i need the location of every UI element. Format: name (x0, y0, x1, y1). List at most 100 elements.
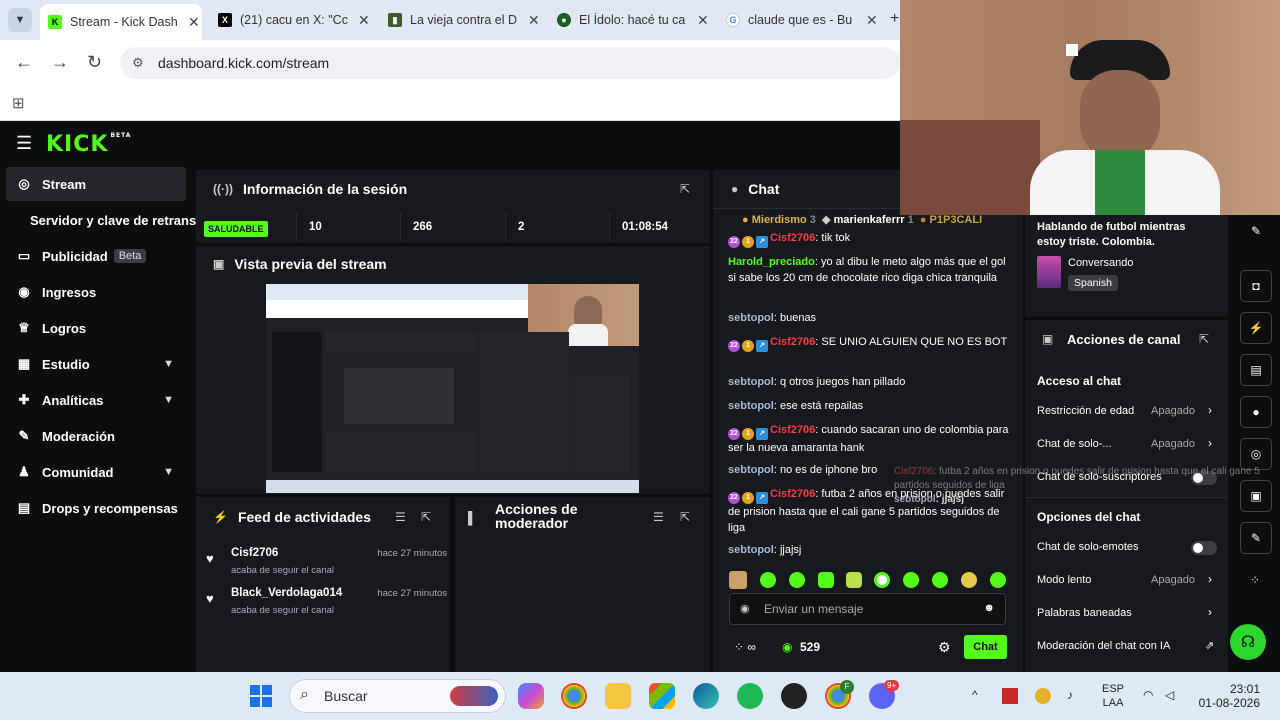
chat-username[interactable]: sebtopol (728, 376, 774, 388)
close-tab-icon[interactable]: ✕ (697, 12, 709, 29)
kick-logo[interactable]: KICK BETA (46, 132, 131, 157)
feed-username[interactable]: Cisf2706 (231, 547, 278, 559)
external-link-icon[interactable]: ⇗ (1205, 639, 1214, 652)
tab-kick-stream[interactable]: K Stream - Kick Dash ✕ (40, 4, 202, 40)
edit-icon[interactable]: ✎ (1240, 215, 1272, 247)
filter-icon[interactable]: ☰ (653, 510, 664, 524)
emote-icon[interactable] (760, 572, 776, 588)
bolt-icon[interactable]: ⚡ (1240, 312, 1272, 344)
emote-icon[interactable] (874, 572, 890, 588)
windows-start-icon[interactable] (250, 685, 272, 707)
chat-username[interactable]: Cisf2706 (770, 488, 815, 500)
tab-el-idolo[interactable]: ● El Ídolo: hacé tu ca ✕ (549, 6, 711, 34)
chat-username[interactable]: Cisf2706 (770, 424, 815, 436)
emote-icon[interactable] (961, 572, 977, 588)
document-icon[interactable]: ▤ (1240, 354, 1272, 386)
copilot-icon[interactable] (518, 683, 544, 709)
emote-only-toggle[interactable] (1191, 541, 1217, 555)
sidebar-item-stream[interactable]: ◎ Stream (6, 167, 186, 201)
emote-icon[interactable] (818, 572, 834, 588)
close-tab-icon[interactable]: ✕ (866, 12, 878, 29)
slow-mode-select[interactable]: Apagado (1151, 574, 1195, 586)
emote-icon[interactable] (990, 572, 1006, 588)
feed-username[interactable]: Black_Verdolaga014 (231, 587, 342, 599)
chrome-icon[interactable] (561, 683, 587, 709)
tab-search-chevron-icon[interactable]: ▼ (8, 8, 32, 32)
reload-icon[interactable]: ↻ (87, 52, 102, 73)
sidebar-item-publicidad[interactable]: ▭ Publicidad Beta (6, 239, 186, 273)
banned-words-label[interactable]: Palabras baneadas (1037, 607, 1132, 619)
new-tab-icon[interactable]: + (890, 10, 899, 28)
url-field[interactable]: ⚙ dashboard.kick.com/stream (120, 47, 900, 79)
sidebar-item-analiticas[interactable]: ✚ Analíticas ▼ (6, 383, 186, 417)
gifter-name[interactable]: Mierdismo (752, 214, 807, 226)
gifter-name[interactable]: P1P3CALI (930, 214, 983, 226)
filter-icon[interactable]: ☰ (395, 510, 406, 524)
sidebar-item-moderacion[interactable]: ✎ Moderación (6, 419, 186, 453)
camera-icon[interactable]: ◘ (1240, 270, 1272, 302)
emote-icon[interactable] (789, 572, 805, 588)
sidebar-item-comunidad[interactable]: ♟ Comunidad ▼ (6, 455, 186, 489)
spotify-icon[interactable] (737, 683, 763, 709)
apps-grid-icon[interactable]: ⊞ (12, 94, 25, 112)
avatar-emote-icon[interactable] (729, 571, 747, 589)
file-explorer-icon[interactable] (605, 683, 631, 709)
tray-app-icon[interactable] (1002, 688, 1018, 704)
stream-preview-video[interactable] (266, 284, 639, 493)
microphone-icon[interactable]: ♪ (1067, 688, 1073, 702)
sidebar-item-server-key[interactable]: Servidor y clave de retransm (6, 203, 208, 237)
chat-message-input[interactable]: ◉ Enviar un mensaje ☻ (729, 593, 1006, 625)
ai-moderation-label[interactable]: Moderación del chat con IA (1037, 640, 1170, 652)
store-icon[interactable] (649, 683, 675, 709)
tab-la-vieja[interactable]: ▮ La vieja contra el D ✕ (380, 6, 542, 34)
chat-username[interactable]: sebtopol (728, 312, 774, 324)
popout-icon[interactable]: ⇱ (680, 510, 690, 524)
emote-icon[interactable] (903, 572, 919, 588)
category-thumbnail[interactable] (1037, 256, 1061, 288)
close-tab-icon[interactable]: ✕ (188, 14, 200, 31)
sidebar-item-ingresos[interactable]: ◉ Ingresos (6, 275, 186, 309)
popout-icon[interactable]: ⇱ (1199, 332, 1209, 346)
chevron-up-icon[interactable]: ^ (972, 688, 978, 702)
age-restriction-select[interactable]: Apagado (1151, 405, 1195, 417)
send-chat-button[interactable]: Chat (964, 635, 1007, 659)
popout-icon[interactable]: ⇱ (680, 182, 690, 196)
emoji-icon[interactable]: ☻ (983, 602, 995, 614)
wifi-icon[interactable]: ◠ (1143, 688, 1153, 702)
volume-icon[interactable]: ◁ (1165, 688, 1174, 702)
popout-icon[interactable]: ⇱ (421, 510, 431, 524)
sidebar-item-logros[interactable]: ♕ Logros (6, 311, 186, 345)
language-indicator[interactable]: ESP LAA (1102, 682, 1124, 710)
chat-username[interactable]: sebtopol (728, 464, 774, 476)
back-arrow-icon[interactable]: ← (15, 52, 33, 73)
stream-category[interactable]: Conversando (1068, 257, 1133, 269)
sidebar-item-drops[interactable]: ▤ Drops y recompensas (6, 491, 186, 525)
wrench-icon[interactable]: ✎ (1240, 522, 1272, 554)
tray-app-icon[interactable] (1035, 688, 1051, 704)
chat-bubble-icon[interactable]: ● (1240, 396, 1272, 428)
hamburger-menu-icon[interactable]: ☰ (16, 133, 32, 154)
close-tab-icon[interactable]: ✕ (358, 12, 370, 29)
emote-icon[interactable] (846, 572, 862, 588)
clock[interactable]: 23:01 01-08-2026 (1198, 682, 1260, 710)
chat-username[interactable]: Cisf2706 (770, 232, 815, 244)
edge-icon[interactable] (693, 683, 719, 709)
help-headset-icon[interactable]: ☊ (1230, 624, 1266, 660)
site-info-icon[interactable]: ⚙ (132, 55, 144, 71)
share-icon[interactable]: ⁘ (1250, 573, 1260, 587)
chat-username[interactable]: Cisf2706 (770, 336, 815, 348)
followers-only-select[interactable]: Apagado (1151, 438, 1195, 450)
gear-icon[interactable]: ⚙ (938, 639, 951, 656)
close-tab-icon[interactable]: ✕ (528, 12, 540, 29)
tab-x[interactable]: X (21) cacu en X: "Cc ✕ (210, 6, 372, 34)
chat-username[interactable]: Harold_preciado (728, 256, 815, 268)
forward-arrow-icon[interactable]: → (51, 52, 69, 73)
tab-google[interactable]: G claude que es - Bu ✕ (718, 6, 880, 34)
gifter-name[interactable]: marienkaferrr (834, 214, 905, 226)
sidebar-item-estudio[interactable]: ▦ Estudio ▼ (6, 347, 186, 381)
chat-username[interactable]: sebtopol (728, 400, 774, 412)
chat-username[interactable]: sebtopol (728, 544, 774, 556)
emote-icon[interactable] (932, 572, 948, 588)
taskbar-search[interactable]: ⌕ Buscar (289, 679, 506, 713)
obs-icon[interactable] (781, 683, 807, 709)
